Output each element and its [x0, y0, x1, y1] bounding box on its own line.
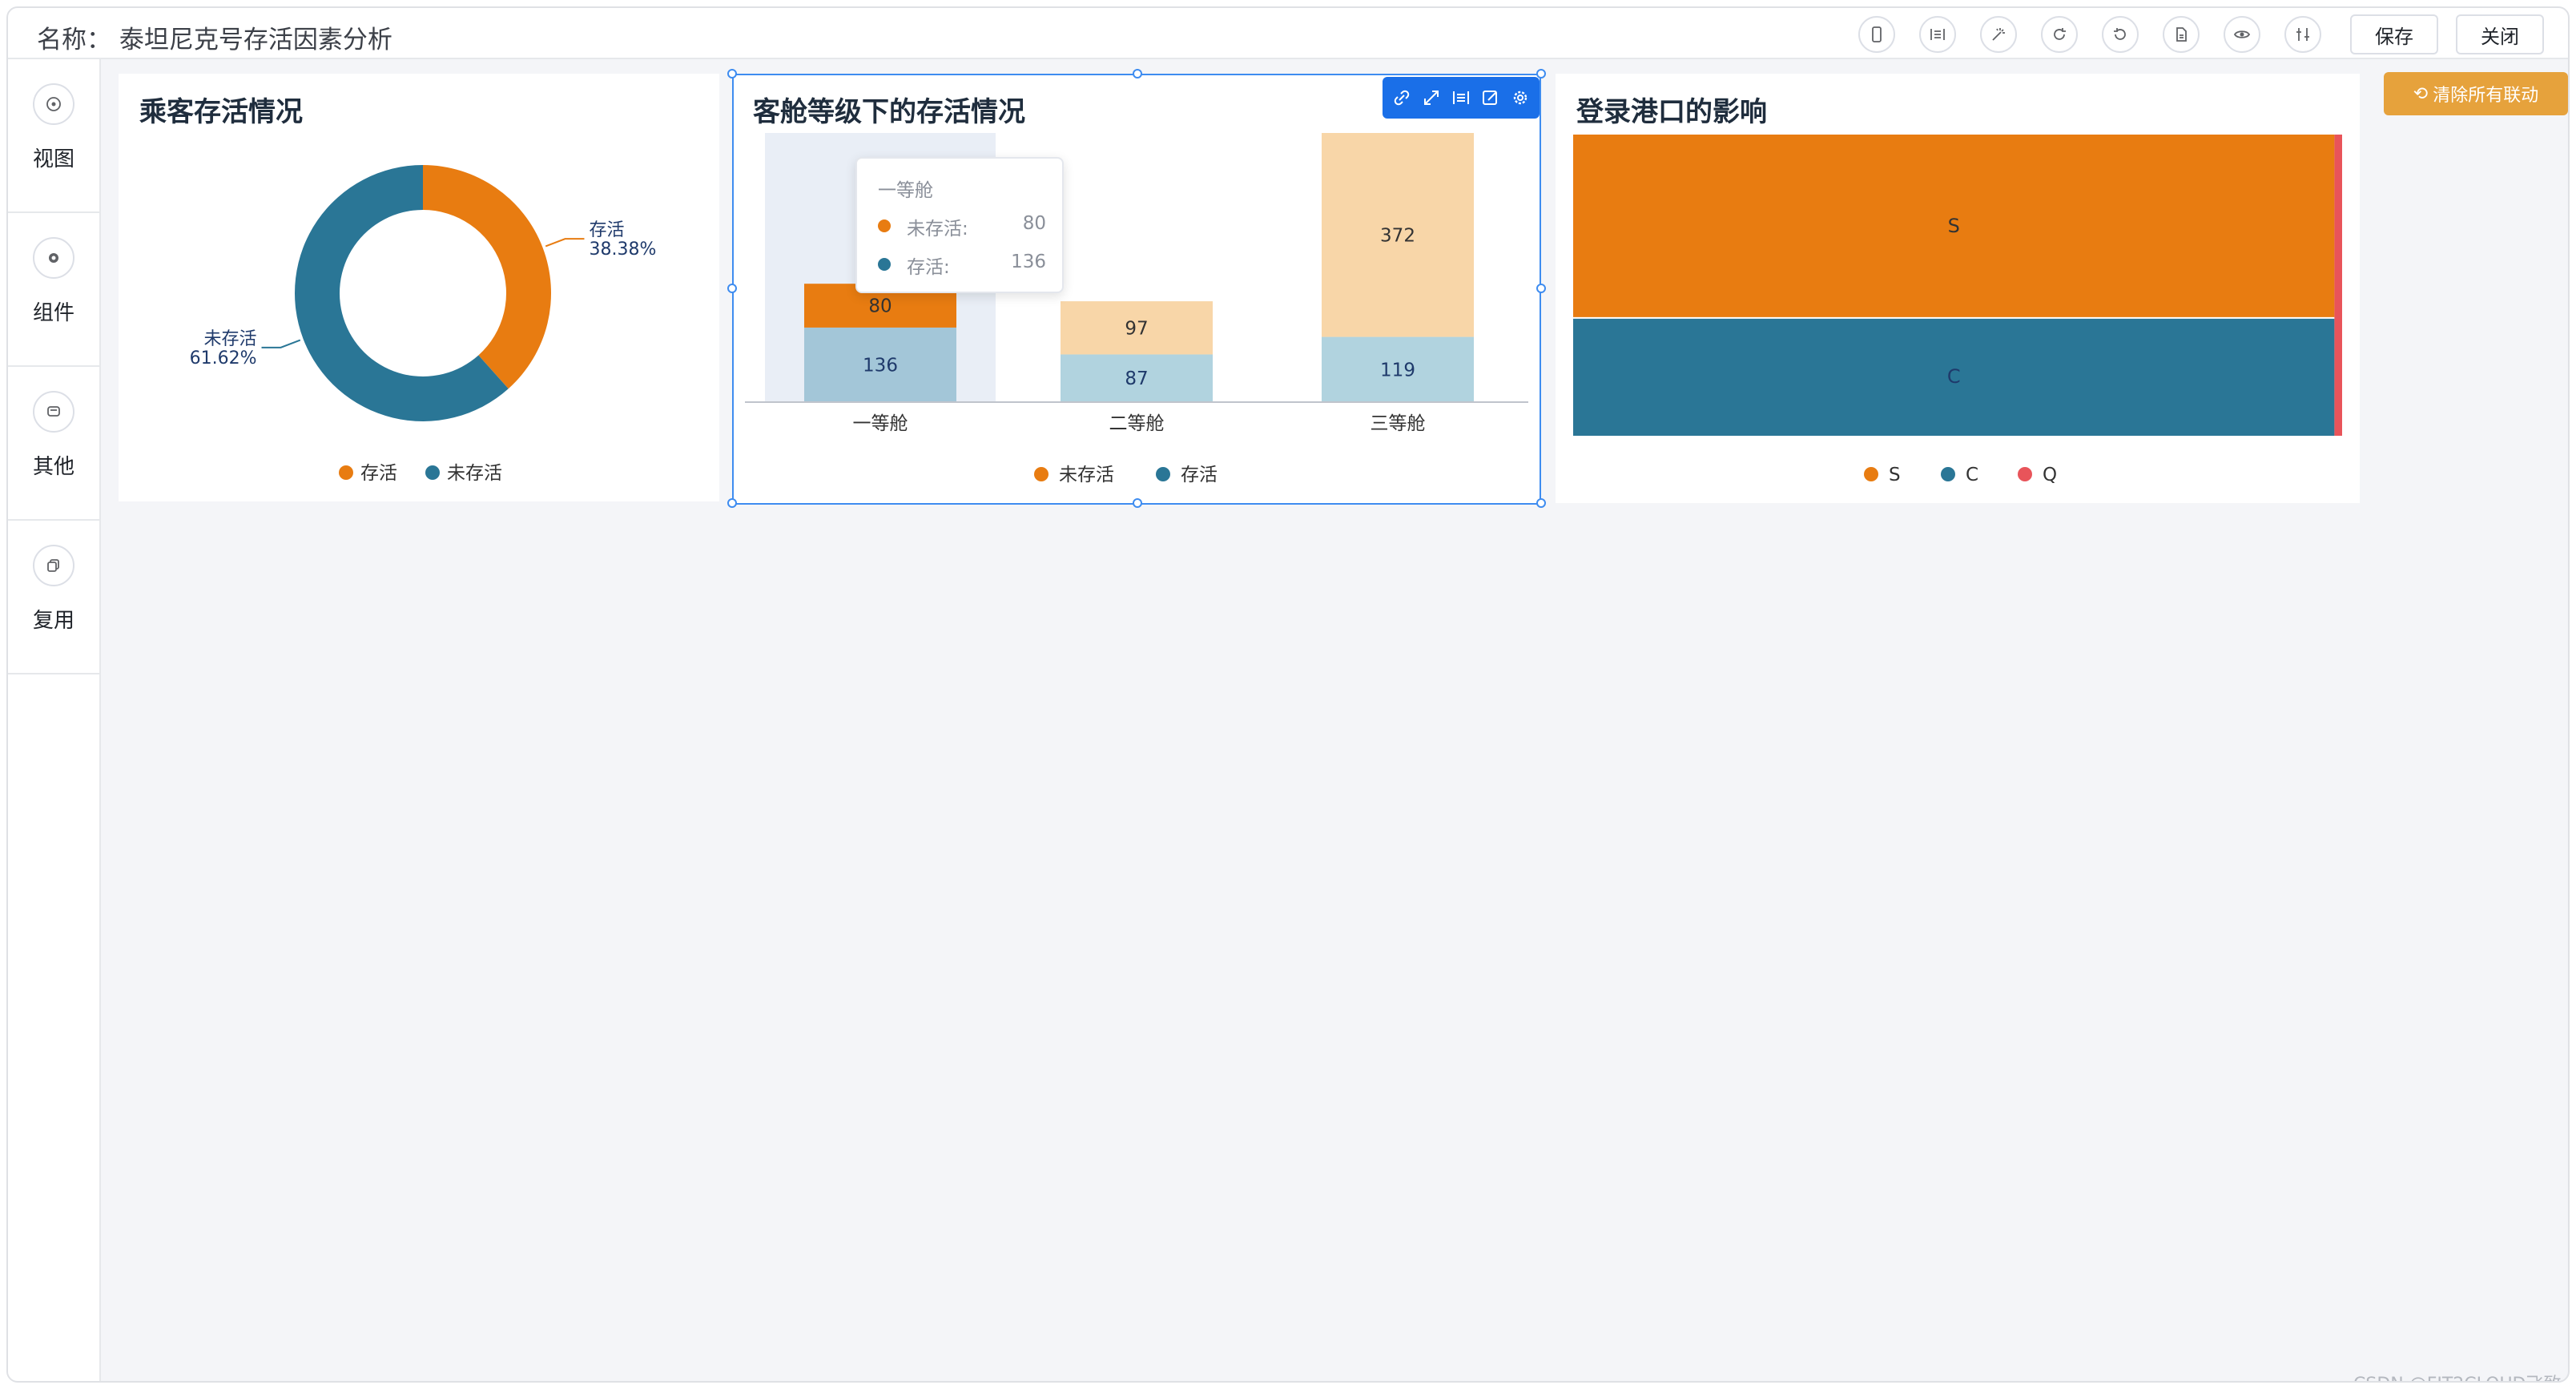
sidebar-item-component[interactable]: 组件 — [8, 213, 99, 367]
legend-dot — [878, 258, 891, 271]
slice-value-label: 38.38% — [589, 240, 656, 260]
sidebar-item-label: 组件 — [32, 301, 74, 325]
clear-linkage-label: 清除所有联动 — [2433, 86, 2539, 106]
survival-donut-card[interactable]: 乘客存活情况 存活 38.38% 未存活 61.62% 存活 未存活 — [119, 74, 719, 501]
slice-label: 存活 — [589, 220, 624, 240]
legend-dot — [878, 219, 891, 232]
view-icon — [33, 83, 74, 125]
legend-label: 未存活 — [447, 463, 502, 484]
sidebar-item-label: 复用 — [32, 609, 74, 633]
close-button[interactable]: 关闭 — [2456, 14, 2544, 54]
segment-label: C — [1947, 365, 1961, 388]
sidebar-item-label: 视图 — [32, 147, 74, 171]
app-window: 名称： 泰坦尼克号存活因素分析 保存 关闭 视图 组件 其他 复用 乘客存活情况… — [6, 6, 2570, 1383]
leader-line — [261, 339, 301, 348]
link-icon[interactable] — [1389, 85, 1415, 111]
edit-icon[interactable] — [1478, 85, 1503, 111]
clear-linkage-button[interactable]: ⟲ 清除所有联动 — [2384, 72, 2568, 115]
donut-slice — [423, 165, 552, 389]
resize-handle[interactable] — [1536, 284, 1546, 293]
resize-handle[interactable] — [727, 69, 737, 79]
card-toolbar — [1383, 77, 1540, 119]
sidebar-item-reuse[interactable]: 复用 — [8, 521, 99, 674]
component-sidebar: 视图 组件 其他 复用 — [8, 59, 101, 1381]
resize-handle[interactable] — [1536, 498, 1546, 508]
port-share-chart: S C S C Q — [1573, 135, 2342, 485]
sidebar-item-label: 其他 — [32, 455, 74, 479]
layout-icon[interactable] — [1448, 85, 1474, 111]
tooltip-series-name: 未存活: — [907, 219, 968, 240]
legend-dot — [1941, 467, 1955, 481]
legend-dot — [2018, 467, 2032, 481]
chart-tooltip: 一等舱 未存活: 80 存活: 136 — [855, 157, 1064, 293]
legend-label: S — [1889, 465, 1901, 485]
legend-label: C — [1966, 465, 1978, 485]
slice-label: 未存活 — [204, 329, 257, 349]
tooltip-value: 136 — [1011, 252, 1046, 272]
watermark: CSDN @FIT2CLOUD飞致云 — [2353, 1370, 2568, 1381]
donut-chart: 存活38.38%未存活61.62%存活 未存活 — [190, 165, 656, 484]
resize-handle[interactable] — [727, 284, 737, 293]
preview-icon[interactable] — [2224, 16, 2260, 53]
tooltip-row: 未存活: 80 — [878, 213, 1046, 240]
legend-label: 存活 — [360, 463, 397, 484]
tooltip-row: 存活: 136 — [878, 252, 1046, 278]
mobile-icon[interactable] — [1858, 16, 1895, 53]
reuse-icon — [33, 545, 74, 586]
export-icon[interactable] — [2163, 16, 2200, 53]
port-impact-card[interactable]: 登录港口的影响 SCSCQ — [1556, 74, 2360, 503]
slice-value-label: 61.62% — [190, 348, 257, 368]
resize-handle[interactable] — [1133, 498, 1142, 508]
undo-icon[interactable] — [2102, 16, 2139, 53]
tooltip-series-name: 存活: — [907, 257, 950, 278]
area-segment — [2334, 135, 2342, 436]
top-toolbar: 名称： 泰坦尼克号存活因素分析 保存 关闭 — [8, 8, 2568, 59]
resize-handle[interactable] — [727, 498, 737, 508]
refresh-icon[interactable] — [2041, 16, 2078, 53]
sidebar-item-view[interactable]: 视图 — [8, 59, 99, 213]
dashboard-title: 名称： 泰坦尼克号存活因素分析 — [37, 26, 392, 54]
selection-frame — [732, 74, 1541, 505]
legend-label: Q — [2043, 465, 2057, 485]
legend-dot — [425, 465, 440, 480]
legend-dot — [339, 465, 353, 480]
segment-label: S — [1948, 215, 1960, 237]
resize-handle[interactable] — [1133, 69, 1142, 79]
other-icon — [33, 391, 74, 433]
leader-line — [545, 238, 585, 248]
sidebar-item-other[interactable]: 其他 — [8, 367, 99, 521]
tooltip-title: 一等舱 — [878, 180, 933, 201]
gear-icon[interactable] — [1507, 85, 1533, 111]
tooltip-value: 80 — [1022, 213, 1046, 234]
component-icon — [33, 237, 74, 279]
resize-handle[interactable] — [1536, 69, 1546, 79]
layout-icon[interactable] — [1919, 16, 1956, 53]
settings-icon[interactable] — [2284, 16, 2321, 53]
save-button[interactable]: 保存 — [2350, 14, 2438, 54]
unlink-icon: ⟲ — [2413, 83, 2429, 104]
legend-dot — [1864, 467, 1878, 481]
expand-icon[interactable] — [1419, 85, 1444, 111]
magic-icon[interactable] — [1980, 16, 2017, 53]
